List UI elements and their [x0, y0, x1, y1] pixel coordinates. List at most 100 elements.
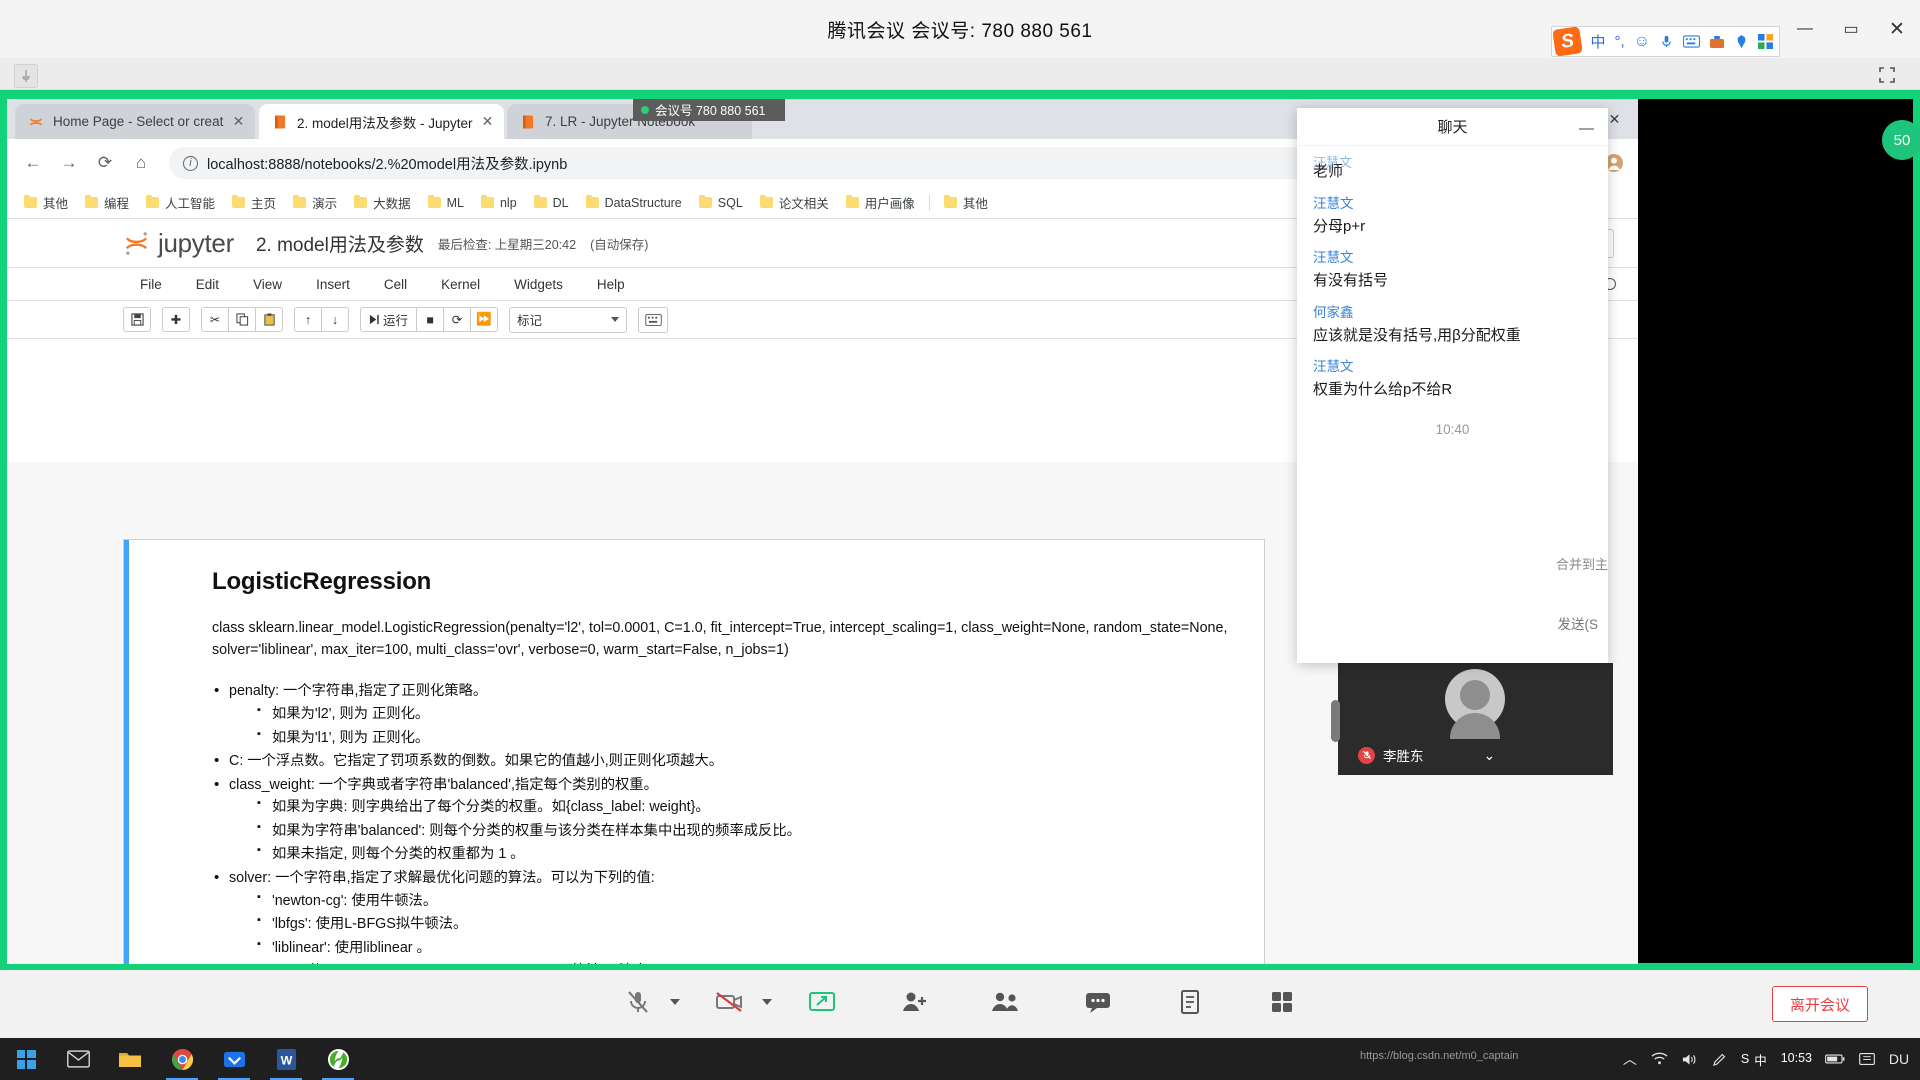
bookmark-item[interactable]: 人工智能 — [139, 190, 222, 215]
menu-edit[interactable]: Edit — [179, 277, 236, 292]
home-icon[interactable]: ⌂ — [125, 147, 157, 179]
bookmark-item[interactable]: ML — [421, 193, 471, 213]
camera-control[interactable] — [684, 973, 776, 1035]
cut-button[interactable]: ✂ — [201, 307, 229, 332]
ime-punctuation-icon[interactable]: °, — [1614, 33, 1624, 50]
bookmark-label: 演示 — [312, 197, 338, 211]
save-button[interactable] — [123, 307, 151, 332]
bookmark-item[interactable]: 主页 — [225, 190, 283, 215]
bookmark-item[interactable]: 论文相关 — [753, 190, 836, 215]
bookmark-item[interactable]: 用户画像 — [839, 190, 922, 215]
more-apps-control[interactable] — [1236, 973, 1328, 1035]
class-signature: class sklearn.linear_model.LogisticRegre… — [212, 618, 1242, 661]
menu-view[interactable]: View — [236, 277, 299, 292]
chat-send-button[interactable]: 发送(S — [1558, 613, 1599, 633]
bookmark-label: 用户画像 — [864, 197, 915, 211]
chat-control[interactable] — [1052, 973, 1144, 1035]
video-panel-scrollbar[interactable] — [1331, 700, 1340, 742]
pen-icon[interactable] — [1705, 1038, 1735, 1080]
battery-icon[interactable] — [1820, 1038, 1850, 1080]
restart-kernel-button[interactable]: ⟳ — [443, 307, 472, 332]
file-explorer-taskbar-icon[interactable] — [104, 1038, 156, 1080]
chat-minimize-button[interactable]: — — [1579, 120, 1594, 137]
participants-control[interactable] — [960, 973, 1052, 1035]
document-control[interactable] — [1144, 973, 1236, 1035]
command-palette-button[interactable] — [638, 306, 669, 333]
move-cell-down-button[interactable]: ↓ — [321, 307, 349, 332]
taskbar-clock[interactable]: 10:53 — [1773, 1051, 1820, 1067]
browser-tab-model-notebook[interactable]: 2. model用法及参数 - Jupyter N ✕ — [259, 104, 504, 139]
mic-control[interactable] — [592, 973, 684, 1035]
bookmark-item[interactable]: 大数据 — [347, 190, 418, 215]
participant-video-tile[interactable]: 李胜东 ⌄ — [1338, 663, 1613, 775]
run-button[interactable]: 运行 — [360, 307, 418, 332]
bookmark-overflow-item[interactable]: 其他 — [937, 190, 995, 215]
tab-close-button[interactable]: ✕ — [230, 113, 247, 130]
chrome-taskbar-icon[interactable] — [156, 1038, 208, 1080]
reload-icon[interactable]: ⟳ — [89, 147, 121, 179]
interrupt-kernel-button[interactable]: ■ — [416, 307, 445, 332]
run-button-label: 运行 — [383, 314, 409, 328]
notebook-markdown-cell[interactable]: LogisticRegression class sklearn.linear_… — [123, 539, 1265, 964]
bookmark-item[interactable]: DL — [527, 193, 576, 213]
bookmark-item[interactable]: 编程 — [78, 190, 136, 215]
tray-ime-indicator[interactable]: S 中 — [1735, 1050, 1773, 1069]
meeting-maximize-button[interactable]: ▭ — [1828, 9, 1874, 49]
menu-widgets[interactable]: Widgets — [497, 277, 580, 292]
windows-start-icon[interactable] — [0, 1038, 52, 1080]
info-icon[interactable]: i — [183, 155, 198, 171]
ime-mic-icon[interactable] — [1659, 34, 1674, 49]
bookmark-item[interactable]: nlp — [474, 193, 524, 213]
anaconda-taskbar-icon[interactable] — [312, 1038, 364, 1080]
tencent-meeting-taskbar-icon[interactable] — [208, 1038, 260, 1080]
tab-close-button[interactable]: ✕ — [479, 113, 496, 130]
ime-skin-icon[interactable] — [1734, 34, 1749, 49]
chat-merge-label[interactable]: 合并到主 — [1556, 554, 1608, 573]
notebook-name[interactable]: 2. model用法及参数 — [256, 230, 424, 257]
meeting-minimize-button[interactable]: — — [1782, 9, 1828, 49]
cell-type-select[interactable]: 标记 — [509, 306, 628, 333]
forward-icon[interactable]: → — [53, 147, 85, 179]
notification-icon[interactable] — [1850, 1038, 1884, 1080]
sogou-ime-toolbar[interactable]: S 中 °, ☺ — [1551, 26, 1780, 57]
back-icon[interactable]: ← — [17, 147, 49, 179]
move-cell-up-button[interactable]: ↑ — [294, 307, 322, 332]
ime-apps-icon[interactable] — [1758, 34, 1773, 49]
chat-message-list[interactable]: 汪慧文 老师 汪慧文 分母p+r 汪慧文 有没有括号 何家鑫 应该就是没有括号,… — [1297, 146, 1608, 437]
browser-tab-home-page[interactable]: Home Page - Select or create ✕ — [15, 104, 255, 139]
bookmark-item[interactable]: DataStructure — [579, 193, 689, 213]
restart-and-run-all-button[interactable]: ⏩ — [470, 307, 499, 332]
menu-file[interactable]: File — [123, 277, 179, 292]
mail-taskbar-icon[interactable] — [52, 1038, 104, 1080]
jupyter-logo[interactable]: jupyter — [123, 228, 234, 259]
share-screen-control[interactable] — [776, 973, 868, 1035]
menu-cell[interactable]: Cell — [367, 277, 424, 292]
sogou-logo-icon[interactable]: S — [1552, 26, 1584, 57]
ime-keyboard-icon[interactable] — [1683, 35, 1700, 48]
bookmark-item[interactable]: 演示 — [286, 190, 344, 215]
chevron-down-icon[interactable]: ⌄ — [1484, 747, 1496, 764]
word-taskbar-icon[interactable]: W — [260, 1038, 312, 1080]
menu-insert[interactable]: Insert — [299, 277, 367, 292]
paste-button[interactable] — [255, 307, 283, 332]
bookmark-item[interactable]: SQL — [692, 193, 750, 213]
leave-meeting-button[interactable]: 离开会议 — [1772, 986, 1868, 1022]
fullscreen-icon[interactable] — [1876, 64, 1898, 86]
pin-icon[interactable] — [14, 64, 38, 88]
volume-icon[interactable] — [1675, 1038, 1705, 1080]
participant-count-badge[interactable]: 50 — [1882, 120, 1920, 160]
menu-help[interactable]: Help — [580, 277, 642, 292]
tray-chevron-up-icon[interactable]: ︿ — [1615, 1038, 1645, 1080]
ime-toolbox-icon[interactable] — [1709, 35, 1725, 49]
insert-cell-button[interactable]: ✚ — [162, 307, 190, 332]
ime-language-icon[interactable]: 中 — [1590, 31, 1605, 52]
menu-kernel[interactable]: Kernel — [424, 277, 497, 292]
invite-control[interactable] — [868, 973, 960, 1035]
ime-emoji-icon[interactable]: ☺ — [1634, 33, 1650, 51]
chevron-up-icon[interactable] — [670, 999, 680, 1005]
chevron-up-icon[interactable] — [762, 999, 772, 1005]
copy-button[interactable] — [228, 307, 256, 332]
wifi-icon[interactable] — [1645, 1038, 1675, 1080]
meeting-close-button[interactable]: ✕ — [1874, 9, 1920, 49]
bookmark-item[interactable]: 其他 — [17, 190, 75, 215]
